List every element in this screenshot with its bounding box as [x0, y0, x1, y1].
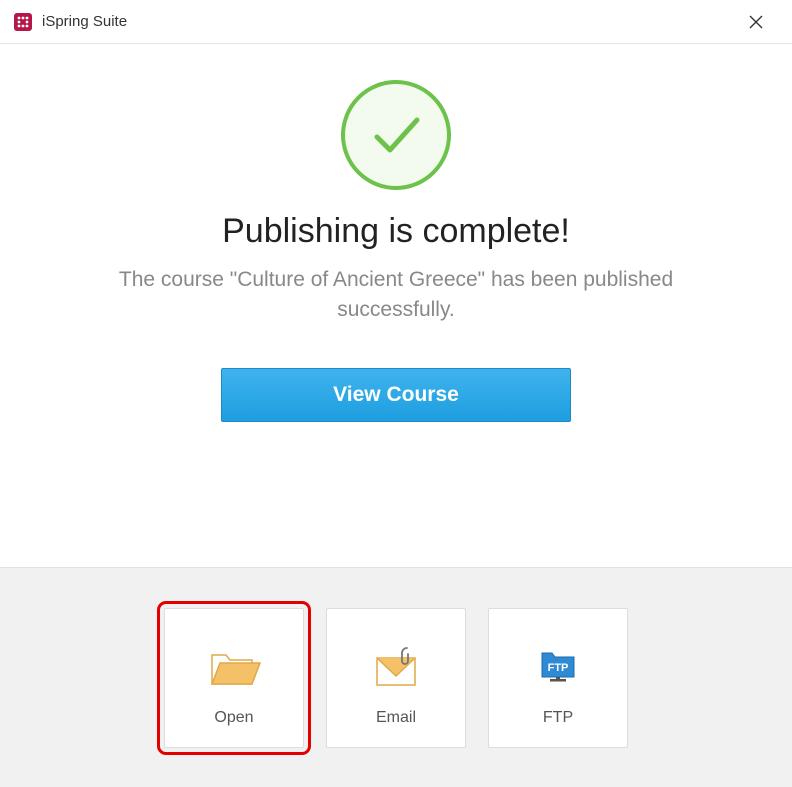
open-label: Open [214, 709, 253, 727]
success-message: The course "Culture of Ancient Greece" h… [0, 265, 792, 326]
main-content: Publishing is complete! The course "Cult… [0, 44, 792, 422]
ftp-label: FTP [543, 709, 573, 727]
action-bar: Open Email FTP FTP [0, 567, 792, 787]
app-icon [14, 13, 32, 31]
folder-open-icon [206, 639, 262, 695]
email-attachment-icon [368, 639, 424, 695]
view-course-button[interactable]: View Course [221, 368, 571, 422]
page-heading: Publishing is complete! [0, 212, 792, 251]
email-label: Email [376, 709, 416, 727]
email-button[interactable]: Email [326, 608, 466, 748]
titlebar: iSpring Suite [0, 0, 792, 44]
app-title: iSpring Suite [42, 13, 127, 30]
svg-text:FTP: FTP [548, 662, 569, 674]
close-button[interactable] [734, 0, 778, 44]
ftp-button[interactable]: FTP FTP [488, 608, 628, 748]
close-icon [749, 15, 763, 29]
open-button[interactable]: Open [164, 608, 304, 748]
ftp-icon: FTP [530, 639, 586, 695]
success-check-icon [341, 80, 451, 190]
